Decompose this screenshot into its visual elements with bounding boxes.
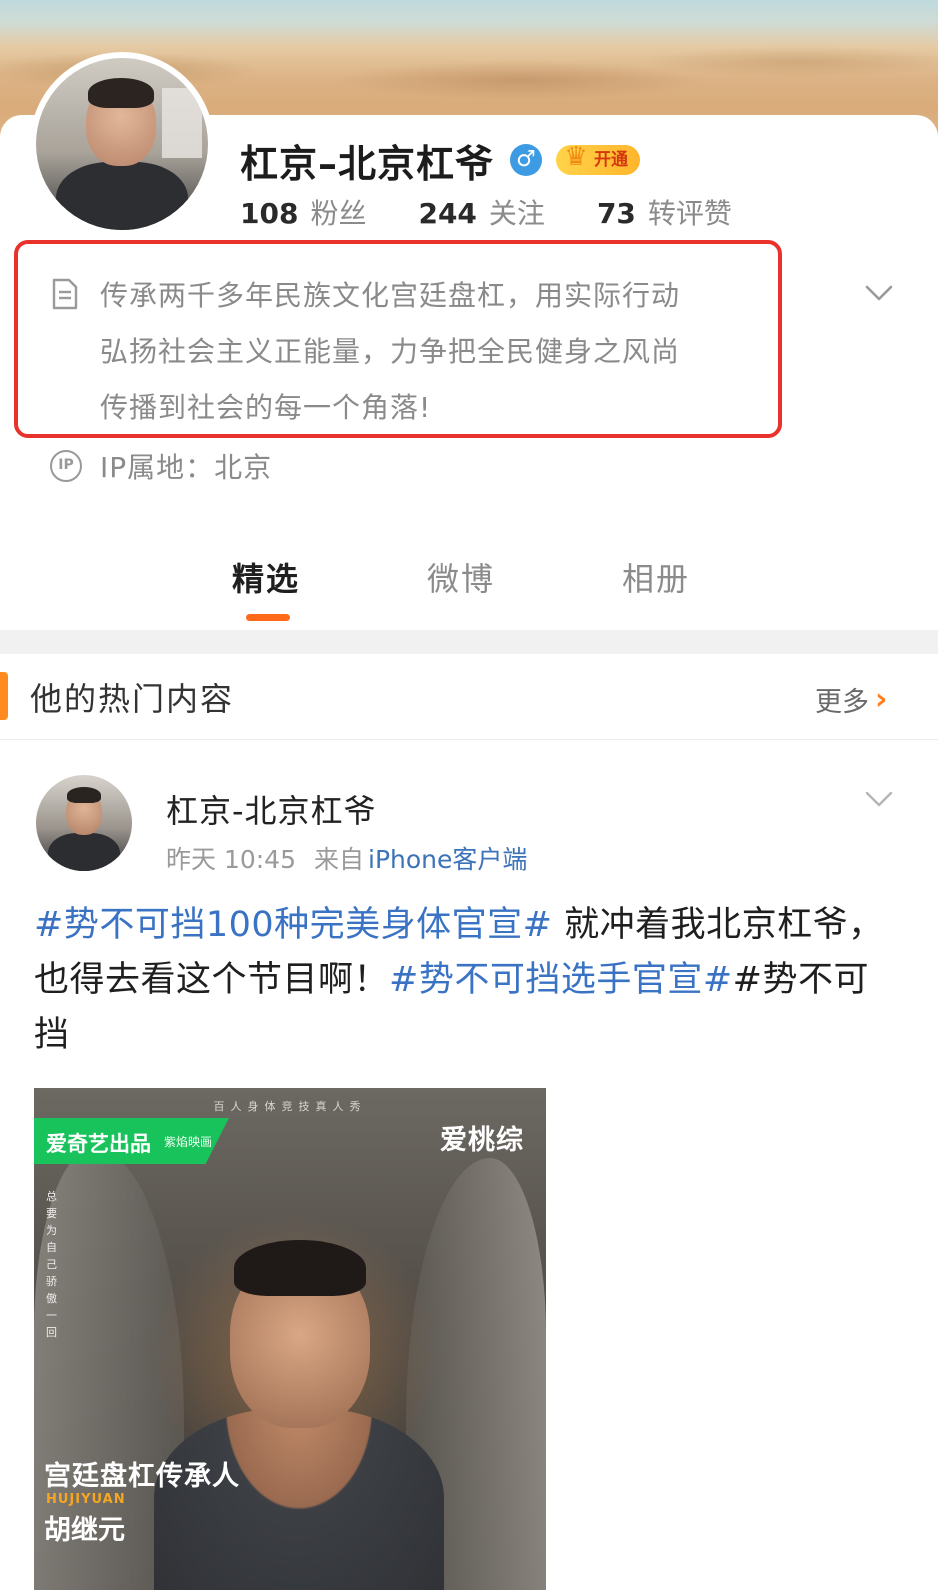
avatar-body: [56, 162, 188, 230]
avatar-background-shelf: [162, 88, 202, 158]
vip-open-button[interactable]: ♛ 开通: [556, 142, 641, 175]
more-label: 更多: [815, 687, 869, 718]
section-accent-bar: [0, 672, 8, 720]
post-author-avatar[interactable]: [36, 775, 132, 871]
profile-avatar[interactable]: [30, 52, 214, 236]
chevron-down-icon[interactable]: [862, 782, 896, 816]
ip-location-row: IP IP属地：北京: [50, 446, 272, 486]
following-label: 关注: [488, 197, 545, 230]
interactions-label: 转评赞: [647, 197, 732, 230]
ip-location-text: IP属地：北京: [100, 451, 273, 484]
vip-open-label: 开通: [594, 150, 629, 170]
poster-tagline: 百人身体竞技真人秀: [213, 1100, 367, 1113]
following-stat[interactable]: 244 关注: [418, 192, 544, 232]
post-source[interactable]: iPhone客户端: [368, 840, 527, 876]
tab-weibo[interactable]: 微博: [427, 554, 495, 600]
interactions-count: 73: [596, 197, 636, 230]
male-gender-icon: ♂: [510, 144, 543, 176]
post-author-name[interactable]: 杠京-北京杠爷: [166, 786, 377, 832]
followers-count: 108: [240, 197, 299, 230]
post-image[interactable]: 百人身体竞技真人秀 爱奇艺出品 紫焰映画 爱桃综 总要为自己骄傲一回 宫廷盘杠传…: [34, 1088, 546, 1590]
poster-person-name: 胡继元: [44, 1515, 125, 1546]
avatar-body: [48, 833, 120, 871]
document-icon: [52, 278, 78, 310]
post-time: 昨天 10:45: [166, 845, 296, 874]
profile-stats: 108 粉丝 244 关注 73 转评赞: [240, 192, 784, 232]
followers-label: 粉丝: [310, 197, 367, 230]
avatar-hair: [67, 787, 101, 803]
topic-link[interactable]: #势不可挡选手官宣#: [389, 960, 733, 1000]
poster-vertical-slogan: 总要为自己骄傲一回: [46, 1190, 57, 1339]
profile-bio: 传承两千多年民族文化宫廷盘杠，用实际行动 弘扬社会主义正能量，力争把全民健身之风…: [100, 268, 740, 436]
post-source-prefix: 来自: [314, 845, 365, 874]
poster-pinyin: HUJIYUAN: [46, 1492, 126, 1507]
post-body: #势不可挡100种完美身体官宣# 就冲着我北京杠爷，也得去看这个节目啊！#势不可…: [34, 898, 894, 1063]
bio-line: 传播到社会的每一个角落!: [100, 391, 432, 424]
tab-featured[interactable]: 精选: [232, 554, 300, 600]
section-divider: [0, 630, 938, 654]
bio-line: 弘扬社会主义正能量，力争把全民健身之风尚: [100, 335, 681, 368]
interactions-stat[interactable]: 73 转评赞: [597, 192, 732, 232]
hot-content-title: 他的热门内容: [30, 680, 235, 718]
post-meta: 昨天 10:45 来自 iPhone客户端: [166, 840, 527, 876]
poster-person-hair: [234, 1240, 366, 1296]
active-tab-indicator: [246, 614, 290, 621]
crown-icon: ♛: [564, 142, 588, 172]
hot-content-header: 他的热门内容 更多 ›: [0, 654, 938, 740]
more-link[interactable]: 更多 ›: [815, 680, 887, 719]
tab-album[interactable]: 相册: [622, 554, 690, 600]
avatar-image: [36, 58, 208, 230]
poster-brand-secondary: 紫焰映画: [164, 1135, 213, 1149]
poster-person-body: [154, 1408, 444, 1590]
poster-brand-primary: 爱奇艺出品: [46, 1132, 151, 1156]
ip-icon: IP: [50, 450, 82, 482]
profile-tabs: 精选 微博 相册: [0, 540, 938, 630]
profile-name-row: 杠京–北京杠爷 ♂ ♛ 开通: [240, 135, 641, 186]
chevron-right-icon: ›: [875, 682, 888, 717]
topic-link[interactable]: #势不可挡100种完美身体官宣#: [34, 905, 552, 945]
poster-title: 宫廷盘杠传承人: [44, 1461, 240, 1492]
following-count: 244: [418, 197, 477, 230]
poster-show-logo: 爱桃综: [440, 1125, 524, 1156]
poster-brand-banner: 爱奇艺出品 紫焰映画: [34, 1118, 229, 1164]
avatar-hair: [88, 78, 154, 108]
bio-line: 传承两千多年民族文化宫廷盘杠，用实际行动: [100, 279, 681, 312]
profile-name: 杠京–北京杠爷: [240, 141, 495, 186]
expand-chevron-icon[interactable]: [862, 276, 896, 310]
followers-stat[interactable]: 108 粉丝: [240, 192, 366, 232]
